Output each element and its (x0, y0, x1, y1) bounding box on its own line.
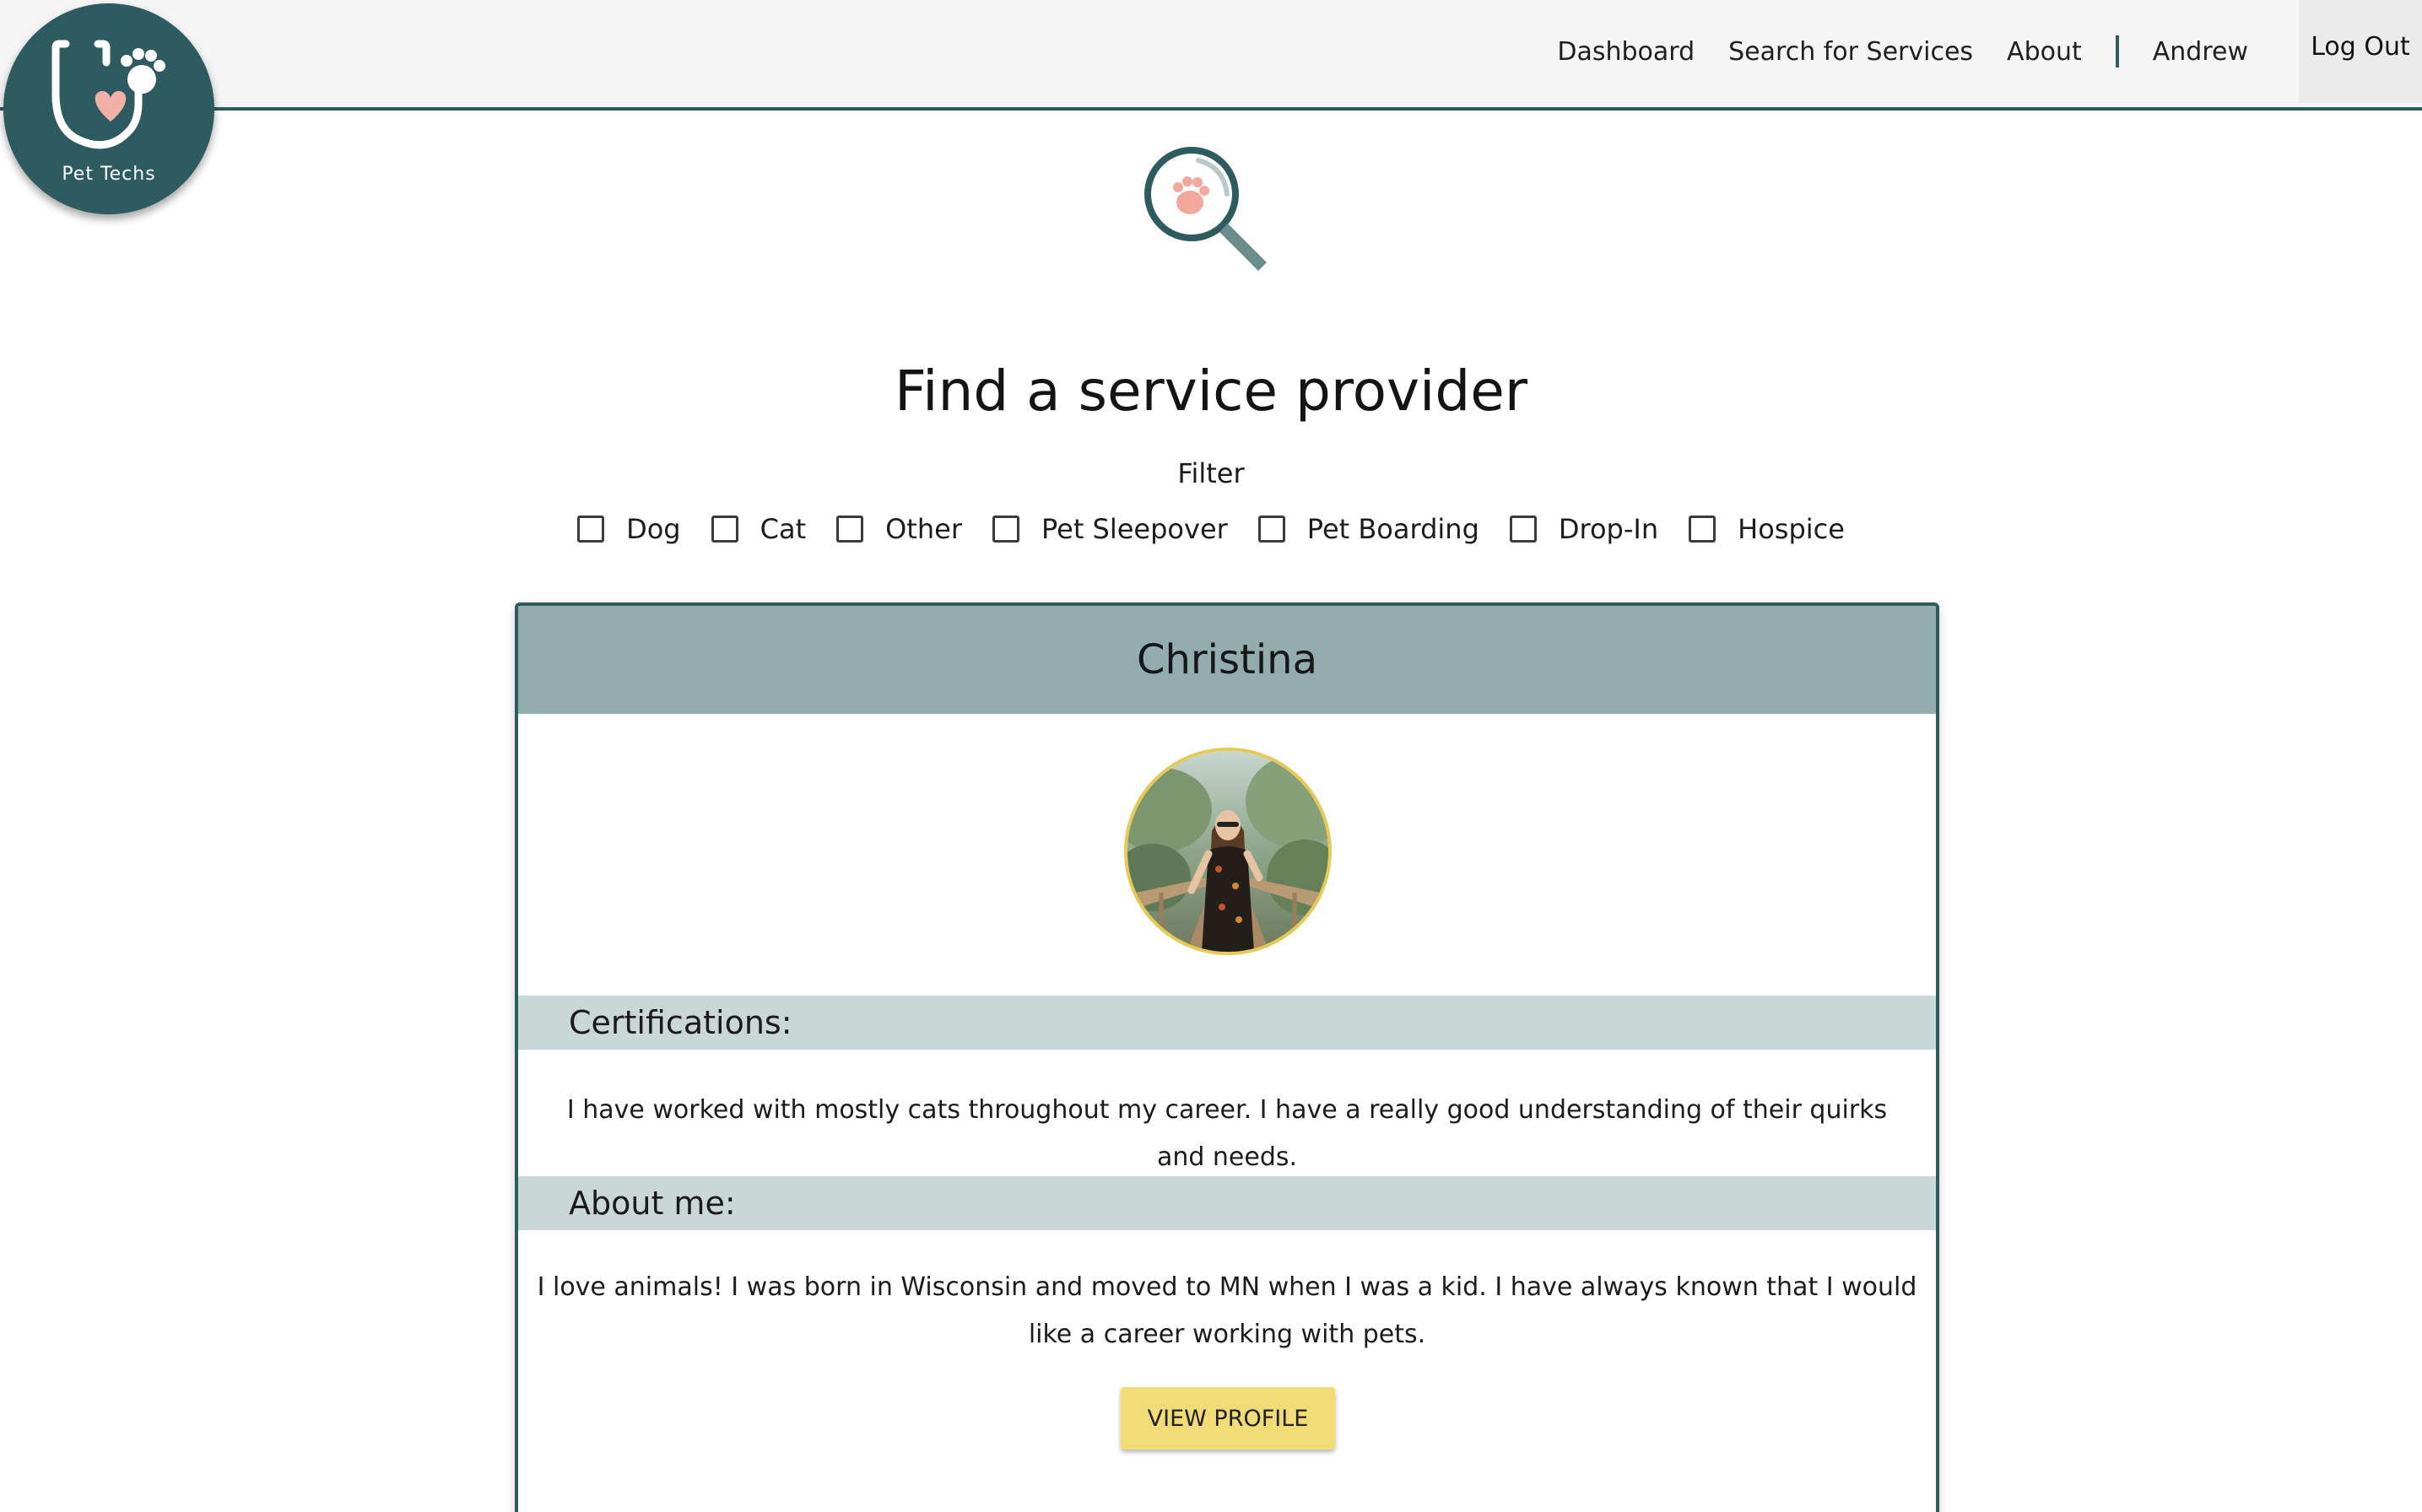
filter-cat[interactable]: Cat (711, 513, 807, 545)
page-title: Find a service provider (894, 359, 1527, 424)
filter-pet-boarding[interactable]: Pet Boarding (1257, 513, 1479, 545)
brand-name: Pet Techs (62, 164, 156, 185)
provider-avatar (1124, 748, 1332, 955)
top-navbar: Dashboard Search for Services About Andr… (0, 0, 2422, 111)
provider-photo (1127, 751, 1328, 952)
other-checkbox[interactable] (836, 516, 864, 543)
view-profile-button[interactable]: VIEW PROFILE (1121, 1387, 1335, 1450)
page: Dashboard Search for Services About Andr… (0, 0, 2422, 1512)
nav-links: Dashboard Search for Services About Andr… (1557, 0, 2422, 103)
filter-row: Dog Cat Other Pet Sleepover Pet Boarding… (0, 513, 2422, 545)
nav-divider (2115, 35, 2119, 68)
filter-drop-in[interactable]: Drop-In (1509, 513, 1659, 545)
filter-label-drop-in: Drop-In (1558, 513, 1659, 545)
pet-sleepover-checkbox[interactable] (992, 516, 1019, 543)
filter-label-other: Other (885, 513, 962, 545)
provider-name: Christina (518, 606, 1936, 714)
filter-pet-sleepover[interactable]: Pet Sleepover (992, 513, 1228, 545)
filter-dog[interactable]: Dog (577, 513, 681, 545)
nav-about-link[interactable]: About (2007, 37, 2082, 67)
provider-card: Christina Certifications: I have worked … (515, 602, 1939, 1512)
certifications-heading: Certifications: (518, 996, 1936, 1050)
pet-techs-logo[interactable]: Pet Techs (3, 3, 214, 214)
nav-dashboard-link[interactable]: Dashboard (1557, 37, 1695, 67)
filter-hospice[interactable]: Hospice (1689, 513, 1845, 545)
certifications-text: I have worked with mostly cats throughou… (566, 1095, 1888, 1172)
hospice-checkbox[interactable] (1689, 516, 1716, 543)
logout-button[interactable]: Log Out (2299, 0, 2422, 103)
dog-checkbox[interactable] (577, 516, 605, 543)
heart-icon (95, 90, 127, 122)
nav-user-link[interactable]: Andrew (2153, 37, 2248, 67)
filter-label-pet-boarding: Pet Boarding (1306, 513, 1479, 545)
about-text: I love animals! I was born in Wisconsin … (537, 1272, 1917, 1349)
filter-other[interactable]: Other (836, 513, 962, 545)
filter-label-pet-sleepover: Pet Sleepover (1041, 513, 1228, 545)
about-heading: About me: (518, 1176, 1936, 1230)
drop-in-checkbox[interactable] (1509, 516, 1537, 543)
cat-checkbox[interactable] (711, 516, 738, 543)
magnifier-paw-icon (1144, 147, 1267, 271)
filter-label-hospice: Hospice (1738, 513, 1845, 545)
paw-icon (121, 48, 165, 94)
filter-label-cat: Cat (760, 513, 807, 545)
pet-boarding-checkbox[interactable] (1257, 516, 1285, 543)
nav-search-link[interactable]: Search for Services (1728, 37, 1973, 67)
filter-label: Filter (1177, 457, 1245, 489)
filter-label-dog: Dog (626, 513, 681, 545)
avatar-area (518, 714, 1936, 996)
